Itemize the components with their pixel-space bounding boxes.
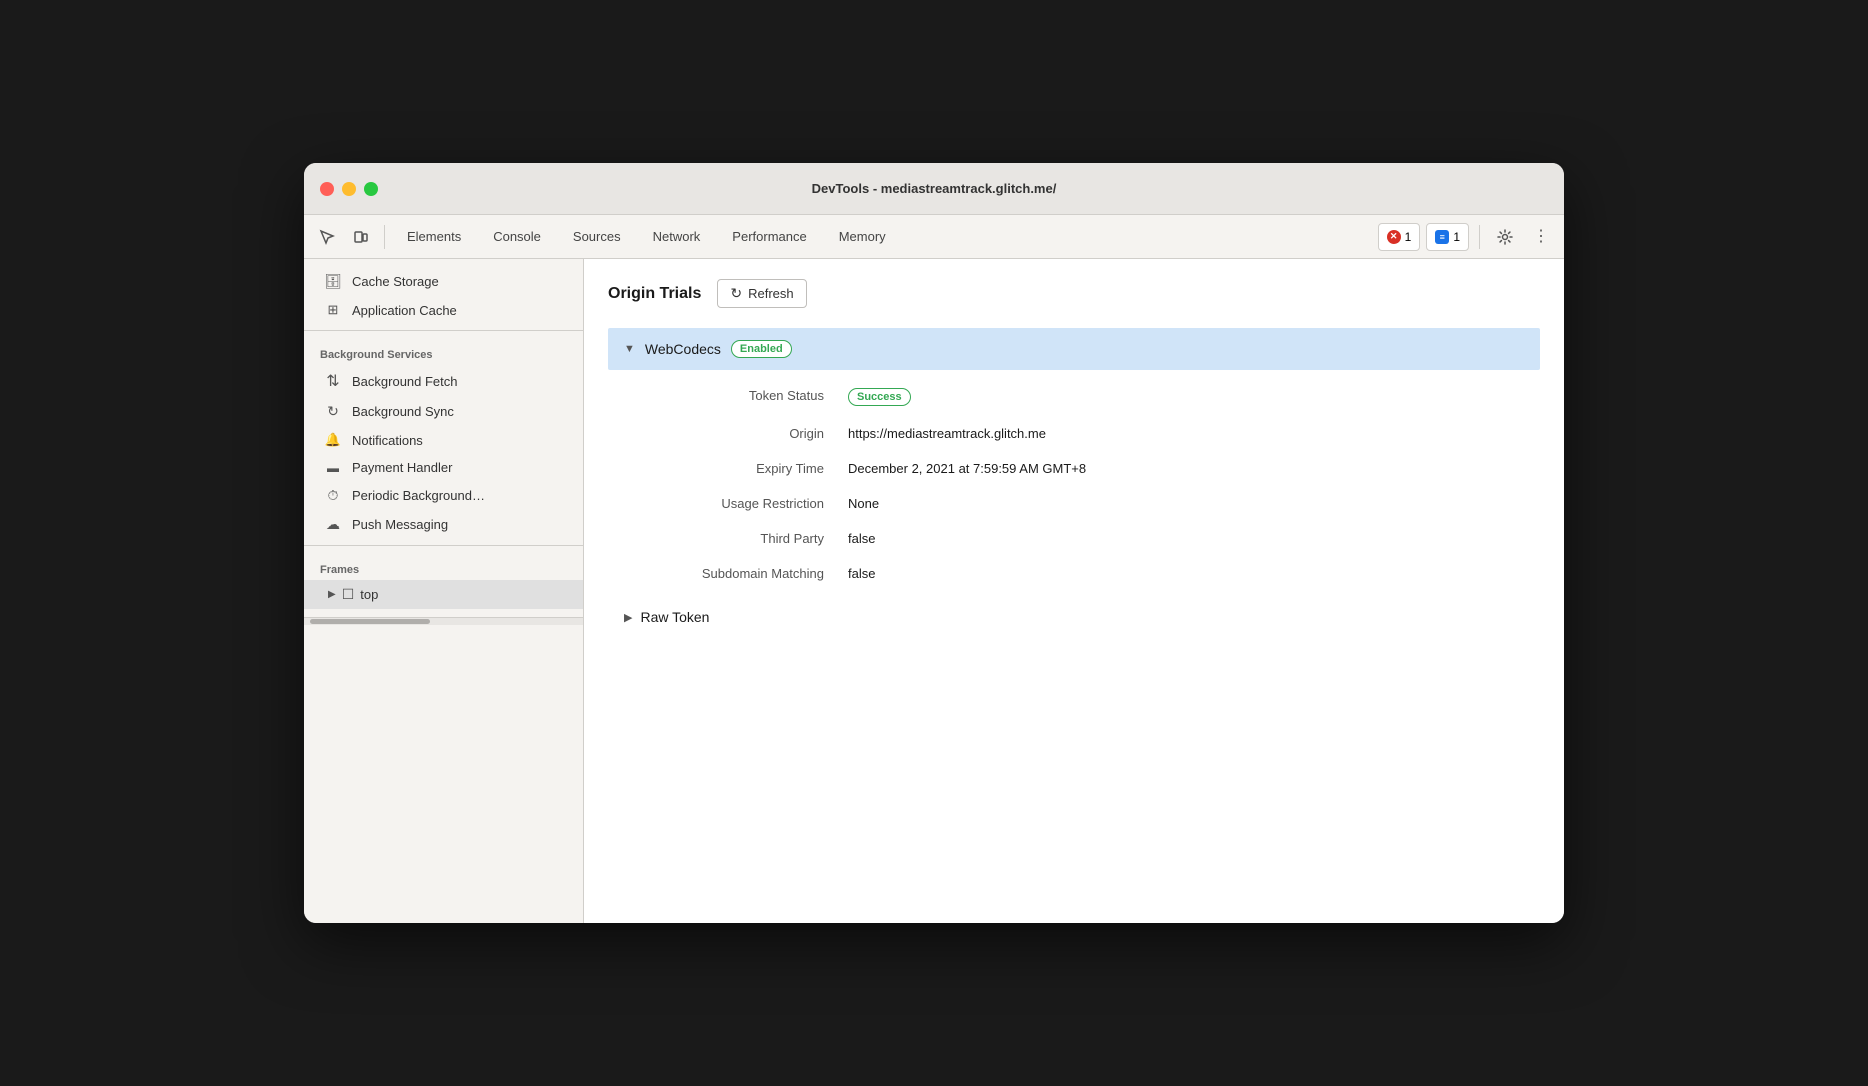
- sidebar-item-label: Cache Storage: [352, 274, 439, 289]
- maximize-button[interactable]: [364, 182, 378, 196]
- subdomain-label: Subdomain Matching: [648, 566, 848, 581]
- triangle-icon: ▶: [328, 589, 336, 600]
- sidebar-item-label: Notifications: [352, 433, 423, 448]
- sidebar-item-label: Push Messaging: [352, 517, 448, 532]
- raw-token-row[interactable]: ▶ Raw Token: [608, 599, 1540, 635]
- expiry-label: Expiry Time: [648, 461, 848, 476]
- cache-storage-icon: 🗄: [324, 273, 342, 290]
- error-count: 1: [1405, 230, 1412, 244]
- sidebar-scrollbar[interactable]: [304, 617, 583, 625]
- detail-table: Token Status Success Origin https://medi…: [608, 370, 1540, 599]
- detail-row-token-status: Token Status Success: [648, 378, 1540, 416]
- origin-label: Origin: [648, 426, 848, 441]
- info-icon: ≡: [1435, 230, 1449, 244]
- error-icon: ✕: [1387, 230, 1401, 244]
- subdomain-value: false: [848, 566, 875, 581]
- notifications-icon: 🔔: [324, 432, 342, 448]
- panel: Origin Trials ↻ Refresh ▼ WebCodecs Enab…: [584, 259, 1564, 923]
- title-bar: DevTools - mediastreamtrack.glitch.me/: [304, 163, 1564, 215]
- traffic-lights: [320, 182, 378, 196]
- sidebar-item-label: Periodic Background…: [352, 488, 485, 503]
- toolbar-divider-2: [1479, 225, 1480, 249]
- trial-collapse-icon: ▼: [624, 343, 635, 355]
- sidebar-item-label: Payment Handler: [352, 460, 452, 475]
- sidebar-item-label: Background Sync: [352, 404, 454, 419]
- detail-row-third-party: Third Party false: [648, 521, 1540, 556]
- sidebar-item-background-sync[interactable]: ↻ Background Sync: [304, 397, 583, 426]
- sidebar-item-label: Background Fetch: [352, 374, 458, 389]
- raw-token-expand-icon: ▶: [624, 611, 632, 624]
- third-party-value: false: [848, 531, 875, 546]
- usage-restriction-value: None: [848, 496, 879, 511]
- tab-memory[interactable]: Memory: [825, 223, 900, 250]
- info-count: 1: [1453, 230, 1460, 244]
- refresh-icon: ↻: [730, 285, 742, 302]
- sidebar-item-top-frame[interactable]: ▶ ☐ top: [304, 580, 583, 609]
- third-party-label: Third Party: [648, 531, 848, 546]
- sidebar-item-cache-storage[interactable]: 🗄 Cache Storage: [304, 267, 583, 296]
- push-messaging-icon: ☁: [324, 516, 342, 533]
- sidebar-item-background-fetch[interactable]: ⇅ Background Fetch: [304, 365, 583, 397]
- usage-restriction-label: Usage Restriction: [648, 496, 848, 511]
- payment-handler-icon: ▬: [324, 461, 342, 475]
- minimize-button[interactable]: [342, 182, 356, 196]
- devtools-window: DevTools - mediastreamtrack.glitch.me/ E…: [304, 163, 1564, 923]
- tab-console[interactable]: Console: [479, 223, 555, 250]
- detail-row-expiry: Expiry Time December 2, 2021 at 7:59:59 …: [648, 451, 1540, 486]
- sidebar-item-application-cache[interactable]: ⊞ Application Cache: [304, 296, 583, 324]
- close-button[interactable]: [320, 182, 334, 196]
- detail-row-origin: Origin https://mediastreamtrack.glitch.m…: [648, 416, 1540, 451]
- more-options-button[interactable]: ⋮: [1526, 222, 1556, 252]
- toolbar-divider-1: [384, 225, 385, 249]
- enabled-badge: Enabled: [731, 340, 792, 358]
- info-badge-button[interactable]: ≡ 1: [1426, 223, 1469, 251]
- trial-name: WebCodecs: [645, 341, 721, 357]
- application-cache-icon: ⊞: [324, 302, 342, 318]
- window-title: DevTools - mediastreamtrack.glitch.me/: [812, 181, 1057, 196]
- frame-label: top: [360, 587, 378, 602]
- raw-token-label: Raw Token: [640, 609, 709, 625]
- origin-value: https://mediastreamtrack.glitch.me: [848, 426, 1046, 441]
- main-content: 🗄 Cache Storage ⊞ Application Cache Back…: [304, 259, 1564, 923]
- sidebar-item-push-messaging[interactable]: ☁ Push Messaging: [304, 510, 583, 539]
- error-badge-button[interactable]: ✕ 1: [1378, 223, 1421, 251]
- sidebar-item-notifications[interactable]: 🔔 Notifications: [304, 426, 583, 454]
- sidebar-divider-2: [304, 545, 583, 546]
- sidebar-scroll-thumb: [310, 619, 430, 624]
- tab-elements[interactable]: Elements: [393, 223, 475, 250]
- inspect-element-button[interactable]: [312, 222, 342, 252]
- sidebar-item-periodic-background[interactable]: ⏱ Periodic Background…: [304, 481, 583, 510]
- toolbar-right: ✕ 1 ≡ 1 ⋮: [1378, 222, 1556, 252]
- panel-title: Origin Trials: [608, 285, 701, 303]
- tab-performance[interactable]: Performance: [718, 223, 820, 250]
- toolbar: Elements Console Sources Network Perform…: [304, 215, 1564, 259]
- detail-row-subdomain: Subdomain Matching false: [648, 556, 1540, 591]
- frame-folder-icon: ☐: [342, 586, 355, 603]
- token-status-label: Token Status: [648, 388, 848, 403]
- trial-row-webcodecs[interactable]: ▼ WebCodecs Enabled: [608, 328, 1540, 370]
- sidebar-item-label: Application Cache: [352, 303, 457, 318]
- background-fetch-icon: ⇅: [324, 371, 342, 391]
- sidebar-divider-1: [304, 330, 583, 331]
- frames-section: Frames: [304, 552, 583, 580]
- periodic-background-icon: ⏱: [324, 487, 342, 504]
- settings-button[interactable]: [1490, 222, 1520, 252]
- token-status-value: Success: [848, 388, 911, 406]
- detail-row-usage-restriction: Usage Restriction None: [648, 486, 1540, 521]
- refresh-label: Refresh: [748, 286, 794, 301]
- panel-header: Origin Trials ↻ Refresh: [608, 279, 1540, 308]
- sidebar-item-payment-handler[interactable]: ▬ Payment Handler: [304, 454, 583, 481]
- tab-sources[interactable]: Sources: [559, 223, 635, 250]
- background-sync-icon: ↻: [324, 403, 342, 420]
- device-toolbar-button[interactable]: [346, 222, 376, 252]
- background-services-section: Background Services: [304, 337, 583, 365]
- sidebar-scroll: 🗄 Cache Storage ⊞ Application Cache Back…: [304, 259, 584, 617]
- sidebar: 🗄 Cache Storage ⊞ Application Cache Back…: [304, 259, 584, 923]
- refresh-button[interactable]: ↻ Refresh: [717, 279, 806, 308]
- tab-network[interactable]: Network: [639, 223, 715, 250]
- expiry-value: December 2, 2021 at 7:59:59 AM GMT+8: [848, 461, 1086, 476]
